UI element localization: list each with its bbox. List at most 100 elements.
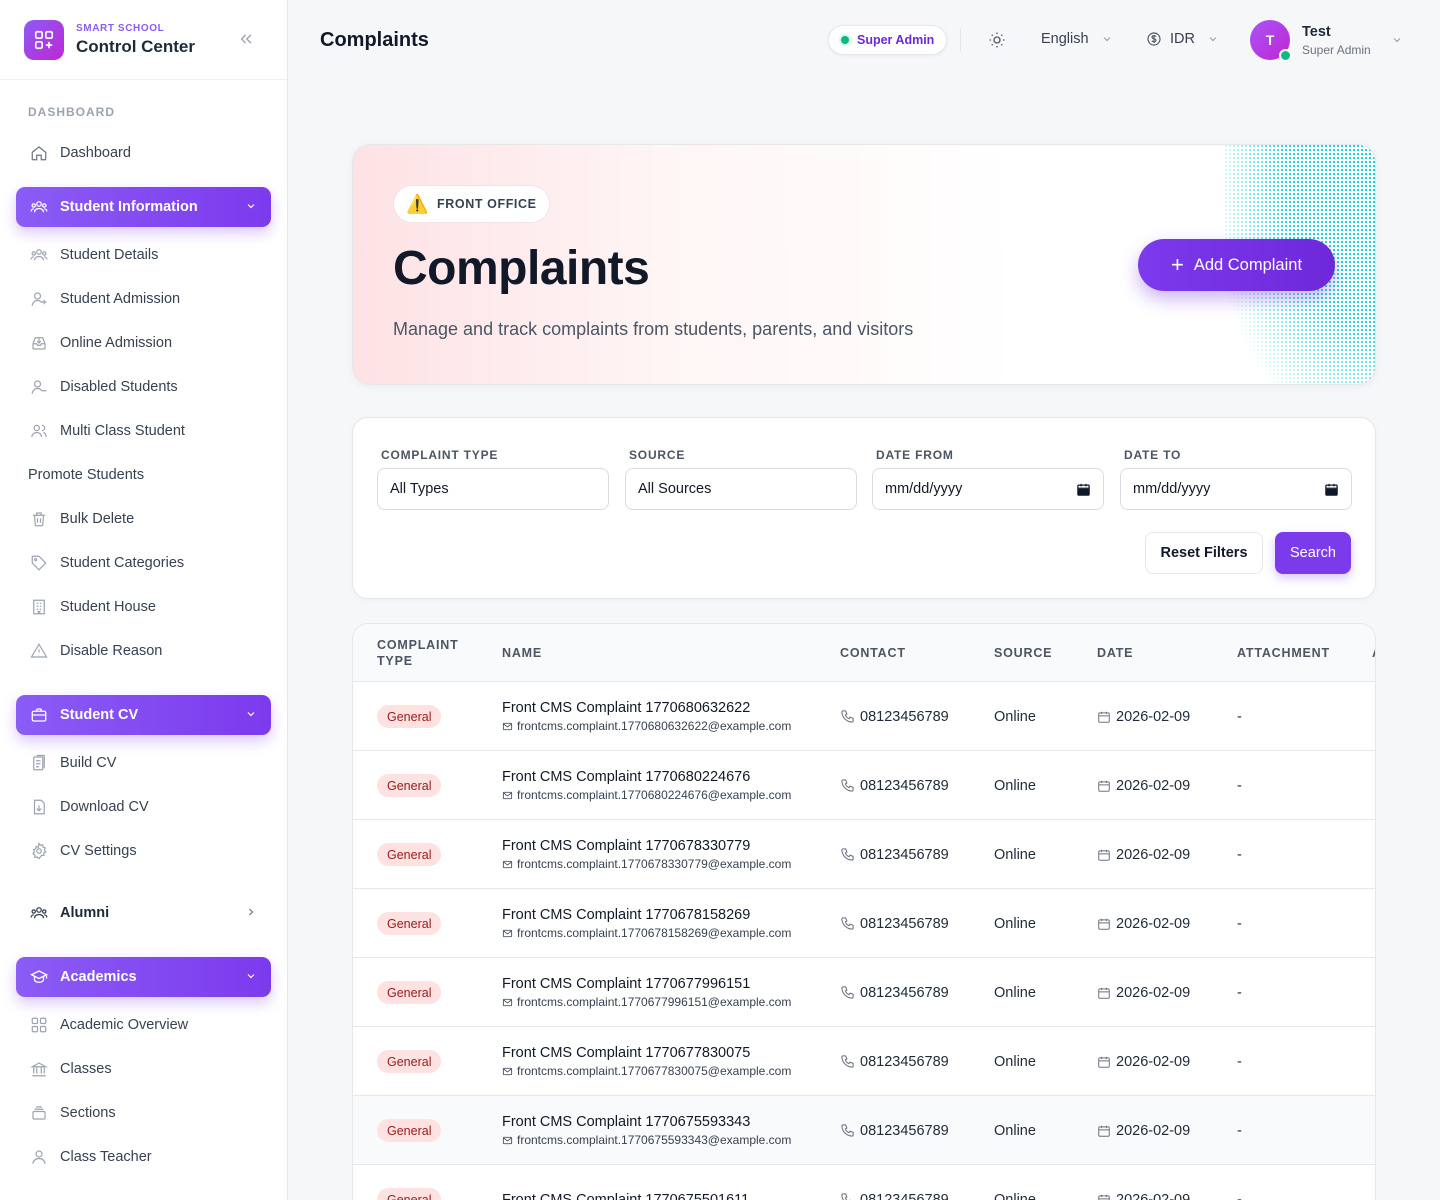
sidebar-item-disabled-students[interactable]: Disabled Students [0, 365, 287, 409]
sidebar-item-label: Disabled Students [60, 379, 178, 395]
chevron-down-icon [1101, 33, 1113, 45]
calendar-icon [1097, 848, 1111, 862]
date-from-input[interactable]: mm/dd/yyyy [872, 468, 1104, 510]
source-cell: Online [994, 1053, 1036, 1070]
sidebar-item-multi-class-student[interactable]: Multi Class Student [0, 409, 287, 453]
date-to-input[interactable]: mm/dd/yyyy [1120, 468, 1352, 510]
graduation-cap-icon [30, 968, 48, 986]
sidebar-item-student-admission[interactable]: Student Admission [0, 277, 287, 321]
sidebar-item-build-cv[interactable]: Build CV [0, 741, 287, 785]
sidebar-item-disable-reason[interactable]: Disable Reason [0, 629, 287, 673]
table-row[interactable]: General Front CMS Complaint 1770677830075… [353, 1027, 1375, 1096]
brand-logo-icon[interactable] [24, 19, 64, 60]
user-plus-icon [30, 290, 48, 308]
sidebar-item-cv-settings[interactable]: CV Settings [0, 829, 287, 873]
avatar[interactable]: T [1250, 20, 1292, 62]
warning-icon [30, 642, 48, 660]
currency-label: IDR [1170, 31, 1195, 47]
date-text: 2026-02-09 [1116, 1122, 1191, 1139]
sidebar-group-student-cv[interactable]: Student CV [16, 695, 271, 735]
collapse-sidebar-icon[interactable] [235, 28, 257, 50]
table-row[interactable]: General Front CMS Complaint 1770677996151… [353, 958, 1375, 1027]
sidebar-item-label: Sections [60, 1105, 116, 1121]
sidebar-item-bulk-delete[interactable]: Bulk Delete [0, 497, 287, 541]
source-select[interactable]: All Sources [625, 468, 857, 510]
calendar-icon[interactable] [1324, 482, 1339, 501]
phone-icon [840, 1054, 855, 1069]
brand-title: Control Center [76, 36, 195, 56]
column-header-name[interactable]: NAME [502, 624, 542, 682]
mail-icon [502, 790, 513, 801]
table-row[interactable]: General Front CMS Complaint 1770680224676… [353, 751, 1375, 820]
table-row[interactable]: General Front CMS Complaint 1770675501611… [353, 1165, 1375, 1200]
chevron-down-icon [1391, 34, 1403, 46]
date-from-filter: DATE FROM mm/dd/yyyy [872, 448, 1104, 510]
attachment-cell: - [1237, 1122, 1242, 1139]
sidebar-item-class-teacher[interactable]: Class Teacher [0, 1135, 287, 1179]
complaint-type-cell: General [377, 1096, 442, 1165]
name-cell: Front CMS Complaint 1770675501611 [502, 1165, 749, 1200]
column-header-actions[interactable]: A [1372, 624, 1375, 682]
user-menu[interactable]: T Test Super Admin [1250, 20, 1403, 62]
sidebar-item-classes[interactable]: Classes [0, 1047, 287, 1091]
language-selector[interactable]: English [1041, 31, 1113, 47]
add-complaint-button[interactable]: + Add Complaint [1138, 239, 1335, 291]
currency-selector[interactable]: IDR [1146, 31, 1219, 47]
mail-icon [502, 1066, 513, 1077]
reset-filters-button[interactable]: Reset Filters [1145, 532, 1263, 574]
phone-icon [840, 1123, 855, 1138]
complainant-name: Front CMS Complaint 1770678330779 [502, 838, 751, 854]
email-text: frontcms.complaint.1770680224676@example… [517, 788, 792, 802]
column-header-source[interactable]: SOURCE [994, 624, 1052, 682]
column-header-attachment[interactable]: ATTACHMENT [1237, 624, 1330, 682]
contact-cell: 08123456789 [840, 682, 949, 751]
table-row[interactable]: General Front CMS Complaint 1770678330779… [353, 820, 1375, 889]
role-badge[interactable]: Super Admin [828, 25, 948, 55]
search-button[interactable]: Search [1275, 532, 1351, 574]
sidebar-item-student-house[interactable]: Student House [0, 585, 287, 629]
table-row[interactable]: General Front CMS Complaint 1770680632622… [353, 682, 1375, 751]
column-header-date[interactable]: DATE [1097, 624, 1133, 682]
calendar-icon[interactable] [1076, 482, 1091, 501]
gear-icon [30, 842, 48, 860]
date-cell: 2026-02-09 [1097, 1027, 1190, 1096]
sidebar-item-sections[interactable]: Sections [0, 1091, 287, 1135]
sidebar-group-alumni[interactable]: Alumni [16, 893, 271, 933]
date-cell: 2026-02-09 [1097, 1096, 1190, 1165]
phone-icon [840, 1192, 855, 1200]
inbox-download-icon [30, 334, 48, 352]
attachment-cell: - [1237, 1191, 1242, 1200]
sidebar-item-label: Bulk Delete [60, 511, 135, 527]
language-label: English [1041, 31, 1089, 47]
user-minus-icon [30, 378, 48, 396]
attachment-cell: - [1237, 777, 1242, 794]
complaint-type-filter: COMPLAINT TYPE All Types [377, 448, 609, 510]
date-from-label: DATE FROM [876, 448, 954, 462]
name-cell: Front CMS Complaint 1770678330779 frontcm… [502, 820, 791, 889]
complaint-type-select[interactable]: All Types [377, 468, 609, 510]
sidebar-item-dashboard[interactable]: Dashboard [0, 131, 287, 175]
sidebar-item-online-admission[interactable]: Online Admission [0, 321, 287, 365]
sidebar-item-promote-students[interactable]: Promote Students [0, 453, 287, 497]
sidebar-item-label: Academic Overview [60, 1017, 189, 1033]
sidebar-group-academics[interactable]: Academics [16, 957, 271, 997]
calendar-icon [1097, 779, 1111, 793]
column-header-complaint-type[interactable]: COMPLAINT TYPE [377, 624, 477, 682]
complainant-name: Front CMS Complaint 1770680224676 [502, 769, 751, 785]
sidebar-group-student-information[interactable]: Student Information [16, 187, 271, 227]
home-icon [30, 144, 48, 162]
sidebar-group-label: Student CV [60, 707, 139, 723]
table-body: General Front CMS Complaint 1770680632622… [353, 682, 1375, 1200]
table-row[interactable]: General Front CMS Complaint 1770678158269… [353, 889, 1375, 958]
sidebar-item-academic-overview[interactable]: Academic Overview [0, 1003, 287, 1047]
filter-panel: COMPLAINT TYPE All Types SOURCE All Sour… [352, 417, 1376, 599]
column-header-contact[interactable]: CONTACT [840, 624, 906, 682]
sidebar-item-student-categories[interactable]: Student Categories [0, 541, 287, 585]
sidebar-item-download-cv[interactable]: Download CV [0, 785, 287, 829]
table-row[interactable]: General Front CMS Complaint 1770675593343… [353, 1096, 1375, 1165]
complainant-name: Front CMS Complaint 1770678158269 [502, 907, 751, 923]
complainant-email: frontcms.complaint.1770678330779@example… [502, 857, 791, 871]
attachment-cell: - [1237, 984, 1242, 1001]
sun-icon[interactable] [988, 31, 1006, 49]
sidebar-item-student-details[interactable]: Student Details [0, 233, 287, 277]
